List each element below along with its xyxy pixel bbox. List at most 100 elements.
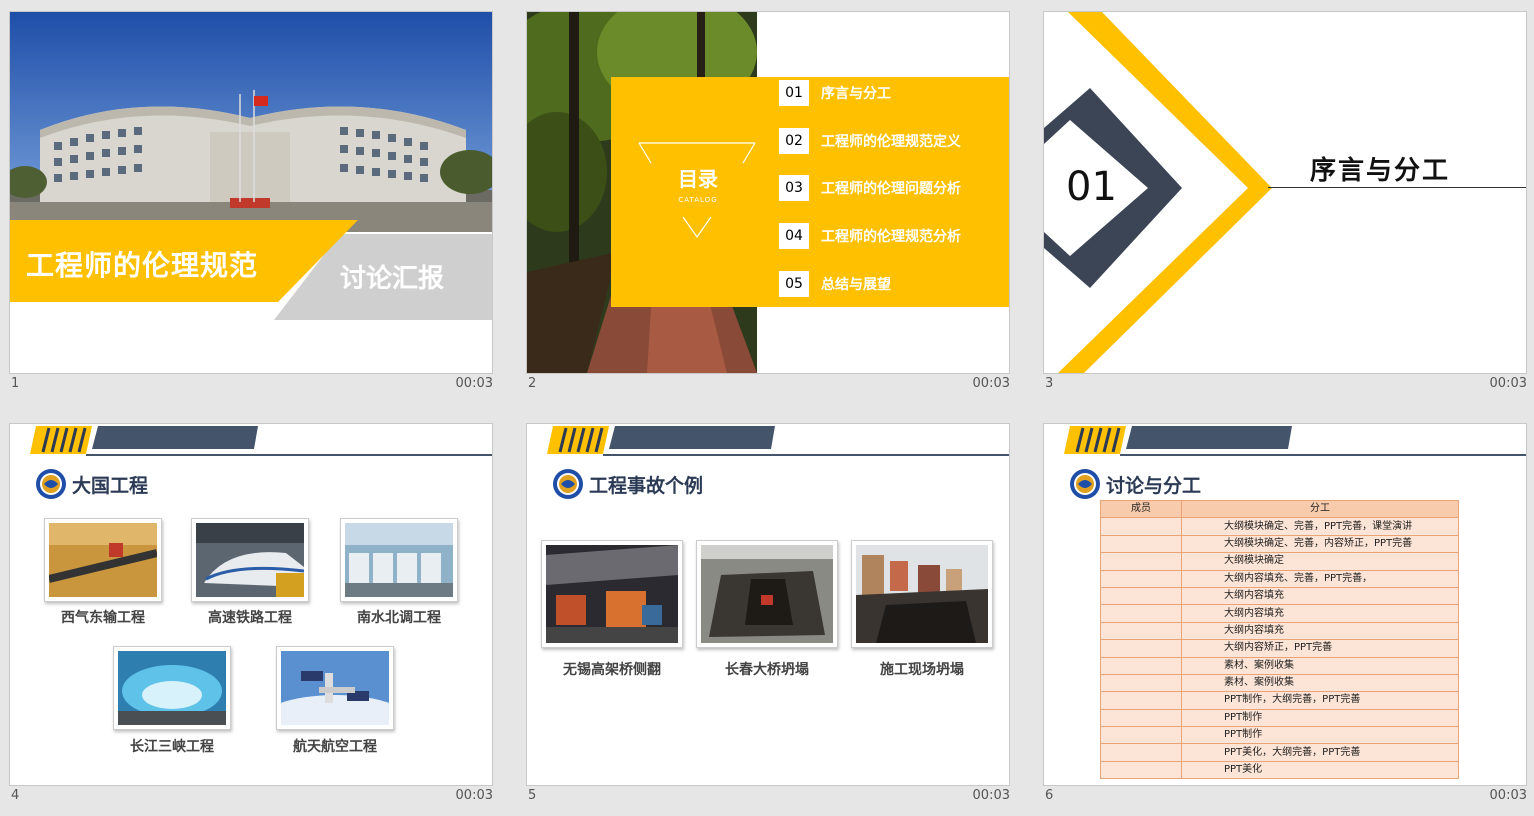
catalog-item-number: 01	[779, 80, 809, 106]
division-cell: 大纲内容矫正，PPT完善	[1181, 639, 1459, 658]
division-cell: 大纲内容填充	[1181, 586, 1459, 606]
canal-photo	[345, 523, 453, 597]
table-row: 大纲模块确定、完善，PPT完善，课堂演讲	[1100, 517, 1459, 536]
slide-4-canvas: 大国工程 西气东输工程 高速铁路工程 南水北调工程 长江三峡工程 航天航空工程	[9, 423, 493, 786]
picture-caption: 航天航空工程	[293, 739, 377, 755]
header-stripes	[30, 426, 492, 456]
slide-thumbnail-4[interactable]: 大国工程 西气东输工程 高速铁路工程 南水北调工程 长江三峡工程 航天航空工程 …	[9, 423, 493, 808]
member-cell	[1100, 691, 1182, 710]
slide-thumbnail-2[interactable]: 目录 CATALOG 01 序言与分工 02 工程师的伦理规范定义 03 工程师…	[526, 11, 1010, 396]
picture-bridge-collapse[interactable]	[696, 540, 838, 648]
member-cell	[1100, 760, 1182, 780]
catalog-item-label: 总结与展望	[821, 277, 891, 293]
table-row: 大纲模块确定、完善，内容矫正，PPT完善	[1100, 534, 1459, 554]
picture-site-collapse[interactable]	[851, 540, 993, 648]
division-cell: 素材、案例收集	[1181, 656, 1459, 675]
table-row: 大纲内容填充	[1100, 586, 1459, 606]
member-cell	[1100, 534, 1182, 554]
building-photo	[10, 12, 492, 232]
division-cell: PPT美化	[1181, 760, 1459, 780]
member-cell	[1100, 656, 1182, 675]
slide-number: 4	[11, 788, 20, 803]
member-cell	[1100, 586, 1182, 606]
member-cell	[1100, 726, 1182, 745]
dam-photo	[118, 651, 226, 725]
picture-canal[interactable]	[340, 518, 458, 602]
table-row: 素材、案例收集	[1100, 673, 1459, 693]
slide-thumbnail-5[interactable]: 工程事故个例 无锡高架桥侧翻 长春大桥坍塌 施工现场坍塌 5 00:03	[526, 423, 1010, 808]
header-stripes	[1064, 426, 1526, 456]
university-logo-icon	[1070, 469, 1100, 499]
overpass-collapse-photo	[546, 545, 678, 643]
catalog-item-5[interactable]: 05 总结与展望	[779, 270, 891, 298]
slide-thumbnail-6[interactable]: 讨论与分工 成员 分工 大纲模块确定、完善，PPT完善，课堂演讲 大纲模块确定、…	[1043, 423, 1527, 808]
division-cell: 大纲模块确定、完善，内容矫正，PPT完善	[1181, 534, 1459, 554]
picture-space-station[interactable]	[276, 646, 394, 730]
picture-train[interactable]	[191, 518, 309, 602]
member-cell	[1100, 673, 1182, 693]
division-cell: PPT制作	[1181, 708, 1459, 728]
catalog-item-number: 02	[779, 128, 809, 154]
picture-caption: 长江三峡工程	[130, 739, 214, 755]
catalog-item-1[interactable]: 01 序言与分工	[779, 79, 891, 107]
slide-duration: 00:03	[1489, 788, 1527, 803]
presentation-title: 工程师的伦理规范	[26, 249, 259, 282]
catalog-item-2[interactable]: 02 工程师的伦理规范定义	[779, 127, 961, 155]
catalog-item-label: 工程师的伦理规范定义	[821, 134, 961, 150]
table-row: 素材、案例收集	[1100, 656, 1459, 675]
slide-duration: 00:03	[455, 376, 493, 391]
member-cell	[1100, 708, 1182, 728]
division-cell: PPT制作	[1181, 726, 1459, 745]
catalog-item-number: 05	[779, 271, 809, 297]
member-cell	[1100, 639, 1182, 658]
slide-duration: 00:03	[972, 376, 1010, 391]
section-title: 讨论与分工	[1106, 475, 1202, 497]
section-title: 序言与分工	[1310, 156, 1451, 186]
division-cell: 大纲内容填充、完善，PPT完善，	[1181, 569, 1459, 588]
catalog-item-number: 04	[779, 223, 809, 249]
catalog-item-3[interactable]: 03 工程师的伦理问题分析	[779, 174, 961, 202]
university-logo-icon	[553, 469, 583, 499]
slide-number: 6	[1045, 788, 1054, 803]
catalog-panel: 目录 CATALOG 01 序言与分工 02 工程师的伦理规范定义 03 工程师…	[611, 77, 1009, 307]
picture-caption: 南水北调工程	[357, 610, 441, 626]
table-row: PPT制作，大纲完善，PPT完善	[1100, 691, 1459, 710]
site-collapse-photo	[856, 545, 988, 643]
slide-number: 1	[11, 376, 20, 391]
picture-dam[interactable]	[113, 646, 231, 730]
presentation-subtitle: 讨论汇报	[340, 264, 445, 294]
division-cell: PPT制作，大纲完善，PPT完善	[1181, 691, 1459, 710]
slide-6-canvas: 讨论与分工 成员 分工 大纲模块确定、完善，PPT完善，课堂演讲 大纲模块确定、…	[1043, 423, 1527, 786]
slide-number: 2	[528, 376, 537, 391]
table-row: 大纲内容填充、完善，PPT完善，	[1100, 569, 1459, 588]
picture-caption: 施工现场坍塌	[880, 662, 964, 678]
slide-duration: 00:03	[455, 788, 493, 803]
table-row: 大纲内容填充	[1100, 604, 1459, 623]
table-row: PPT制作	[1100, 708, 1459, 728]
picture-caption: 无锡高架桥侧翻	[563, 662, 661, 678]
picture-overpass-collapse[interactable]	[541, 540, 683, 648]
bridge-collapse-photo	[701, 545, 833, 643]
division-cell: 大纲模块确定	[1181, 552, 1459, 571]
catalog-title: 目录	[678, 167, 718, 191]
slide-thumbnail-3[interactable]: 01 序言与分工 3 00:03	[1043, 11, 1527, 396]
catalog-item-4[interactable]: 04 工程师的伦理规范分析	[779, 222, 961, 250]
member-cell	[1100, 517, 1182, 536]
catalog-item-label: 序言与分工	[821, 86, 891, 102]
table-row: PPT制作	[1100, 726, 1459, 745]
division-cell: 大纲内容填充	[1181, 621, 1459, 641]
pipeline-photo	[49, 523, 157, 597]
picture-caption: 高速铁路工程	[208, 610, 292, 626]
catalog-item-label: 工程师的伦理问题分析	[821, 181, 961, 197]
table-header-row: 成员 分工	[1100, 499, 1459, 519]
picture-caption: 长春大桥坍塌	[725, 662, 809, 678]
table-row: PPT美化	[1100, 760, 1459, 780]
member-cell	[1100, 621, 1182, 641]
section-title: 大国工程	[72, 475, 149, 497]
catalog-subtitle: CATALOG	[678, 196, 718, 204]
member-cell	[1100, 552, 1182, 571]
picture-pipeline[interactable]	[44, 518, 162, 602]
slide-thumbnail-1[interactable]: 工程师的伦理规范 讨论汇报 1 00:03	[9, 11, 493, 396]
member-cell	[1100, 604, 1182, 623]
header-member: 成员	[1100, 499, 1182, 519]
